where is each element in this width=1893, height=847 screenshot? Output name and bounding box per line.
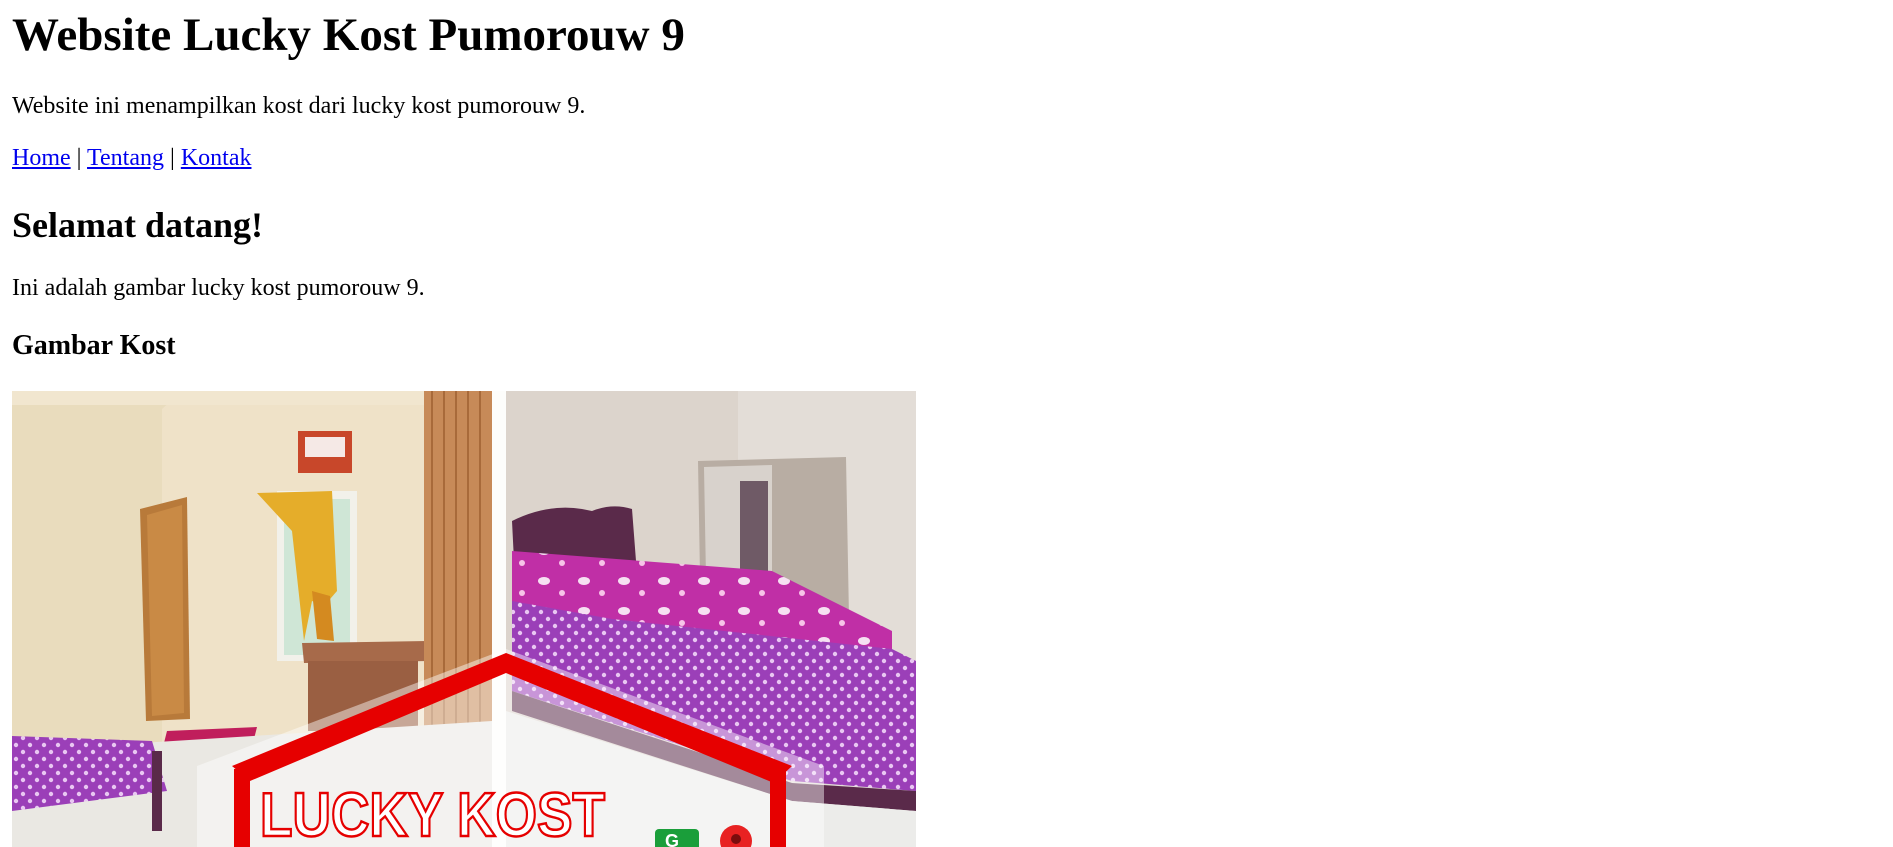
page-title: Website Lucky Kost Pumorouw 9: [12, 9, 685, 61]
nav-separator: |: [170, 145, 181, 171]
gallery-heading: Gambar Kost: [12, 330, 176, 361]
kost-photo: LUCKY KOST G: [12, 391, 916, 847]
image-description: Ini adalah gambar lucky kost pumorouw 9.: [12, 275, 425, 301]
welcome-heading: Selamat datang!: [12, 205, 263, 245]
nav-link-home[interactable]: Home: [12, 145, 71, 171]
nav-separator: |: [76, 145, 88, 171]
svg-text:G: G: [665, 831, 679, 847]
nav-link-kontak[interactable]: Kontak: [181, 145, 252, 171]
intro-text: Website ini menampilkan kost dari lucky …: [12, 93, 586, 119]
nav-link-tentang[interactable]: Tentang: [87, 145, 164, 171]
nav-bar: Home | Tentang | Kontak: [12, 144, 251, 172]
svg-text:LUCKY KOST: LUCKY KOST: [260, 781, 605, 847]
